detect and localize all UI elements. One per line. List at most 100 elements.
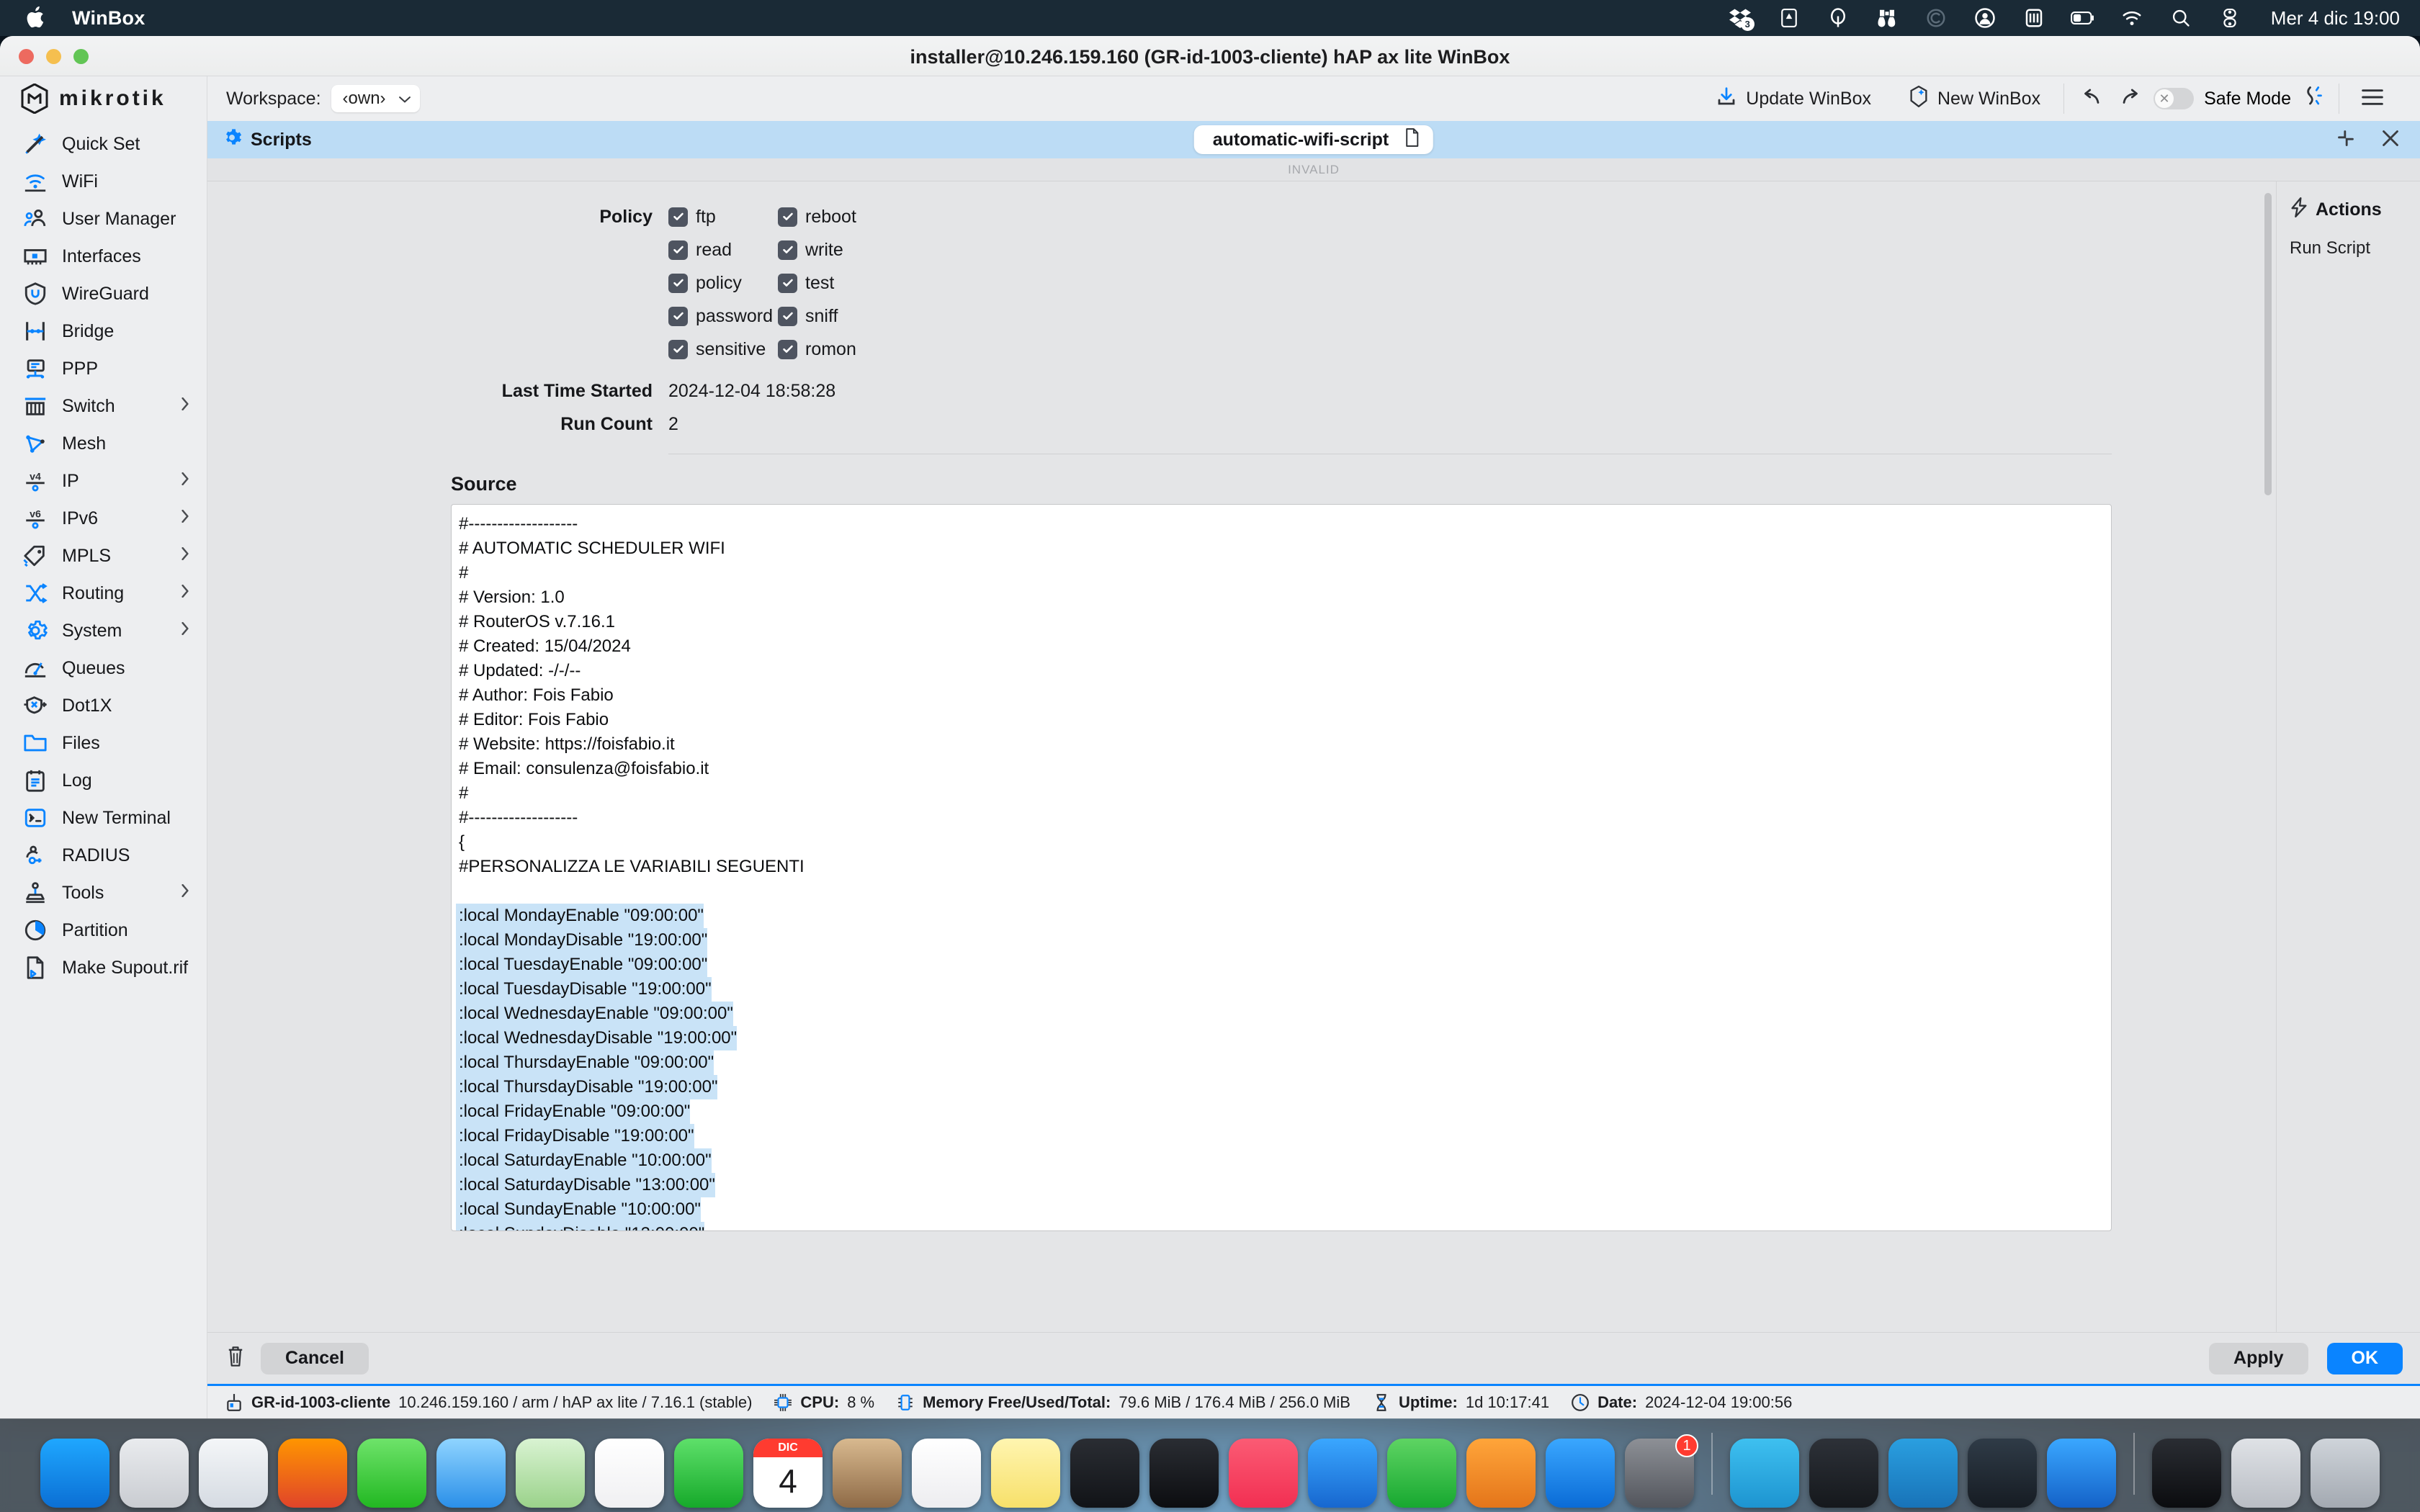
menu-hamburger-icon[interactable] (2344, 89, 2404, 109)
sidebar-item-tools[interactable]: Tools (0, 874, 207, 912)
sidebar-item-new-terminal[interactable]: New Terminal (0, 799, 207, 837)
sidebar-item-queues[interactable]: Queues (0, 649, 207, 687)
dock-item-notes[interactable] (991, 1439, 1060, 1508)
workspace-select[interactable]: ‹own› (331, 85, 420, 112)
policy-checkbox-test[interactable]: test (778, 273, 834, 294)
sidebar-item-log[interactable]: Log (0, 762, 207, 799)
sidebar-item-mpls[interactable]: MPLS (0, 537, 207, 575)
sidebar-item-wireguard[interactable]: WireGuard (0, 275, 207, 312)
policy-checkbox-reboot[interactable]: reboot (778, 207, 856, 228)
dock-item-terminal[interactable] (2152, 1439, 2221, 1508)
sidebar-item-switch[interactable]: Switch (0, 387, 207, 425)
apple-logo-icon[interactable] (26, 5, 48, 30)
dock-item-calendar[interactable]: DIC 4 (753, 1439, 823, 1508)
copy-icon[interactable] (1404, 127, 1420, 153)
user-account-icon[interactable] (1973, 6, 1997, 30)
sidebar-item-make-supout-rif[interactable]: Make Supout.rif (0, 949, 207, 986)
dock-item-mikrotik-winbox[interactable] (1968, 1439, 2037, 1508)
dropbox-icon[interactable]: 3 (1728, 6, 1754, 31)
run-script-action[interactable]: Run Script (2290, 238, 2420, 258)
keyboard-icon[interactable] (2022, 6, 2046, 30)
dock-item-messages[interactable] (357, 1439, 426, 1508)
sidebar-item-mesh[interactable]: Mesh (0, 425, 207, 462)
sidebar-item-routing[interactable]: Routing (0, 575, 207, 612)
sidebar-item-dot1x[interactable]: Dot1X (0, 687, 207, 724)
source-code-line: :local MondayDisable "19:00:00" (456, 928, 708, 953)
script-name-chip[interactable]: automatic-wifi-script (1193, 125, 1434, 154)
dock-item-numbers[interactable] (1387, 1439, 1456, 1508)
policy-checkbox-sniff[interactable]: sniff (778, 306, 838, 327)
source-code-line: #PERSONALIZZA LE VARIABILI SEGUENTI (459, 857, 805, 876)
dock-item-ui-app[interactable] (2047, 1439, 2116, 1508)
dock-item-music[interactable] (1229, 1439, 1298, 1508)
source-code-editor[interactable]: #------------------- # AUTOMATIC SCHEDULE… (451, 504, 2112, 1231)
wifi-icon[interactable] (2120, 6, 2144, 30)
sidebar-item-quick-set[interactable]: Quick Set (0, 125, 207, 163)
sidebar-item-ppp[interactable]: PPP (0, 350, 207, 387)
dock-item-system-settings[interactable]: 1 (1625, 1434, 1698, 1508)
policy-checkbox-ftp[interactable]: ftp (668, 207, 778, 228)
dock-item-keynote[interactable] (1308, 1439, 1377, 1508)
vertical-scrollbar[interactable] (2264, 193, 2272, 495)
policy-checkbox-read[interactable]: read (668, 240, 778, 261)
dock-item-app-store[interactable] (1546, 1439, 1615, 1508)
spotlight-search-icon[interactable] (2169, 6, 2193, 30)
dock-item-nordvpn[interactable] (1809, 1439, 1878, 1508)
dialog-footer: Cancel Apply OK (207, 1332, 2420, 1384)
close-panel-icon[interactable] (2381, 129, 2400, 151)
policy-checkbox-policy[interactable]: policy (668, 273, 778, 294)
delete-icon[interactable] (226, 1346, 245, 1371)
dock-item-pages[interactable] (1466, 1439, 1536, 1508)
undo-icon[interactable] (2080, 89, 2102, 109)
update-winbox-button[interactable]: Update WinBox (1697, 86, 1890, 112)
policy-checkbox-romon[interactable]: romon (778, 339, 856, 360)
dock-item-safari[interactable] (199, 1439, 268, 1508)
new-winbox-button[interactable]: New WinBox (1890, 85, 2059, 112)
policy-checkbox-sensitive[interactable]: sensitive (668, 339, 778, 360)
sidebar-item-label: System (62, 620, 122, 641)
apply-button[interactable]: Apply (2209, 1342, 2308, 1374)
ok-button[interactable]: OK (2326, 1342, 2403, 1374)
dock-item-mail[interactable] (436, 1439, 506, 1508)
dock-item-facetime[interactable] (674, 1439, 743, 1508)
sidebar-item-system[interactable]: System (0, 612, 207, 649)
policy-checkbox-password[interactable]: password (668, 306, 778, 327)
cpu-value: 8 % (847, 1392, 875, 1411)
dock-item-vscode[interactable] (1888, 1439, 1958, 1508)
sidebar-item-bridge[interactable]: Bridge (0, 312, 207, 350)
dock-item-maps[interactable] (516, 1439, 585, 1508)
dock-item-reminders[interactable] (912, 1439, 981, 1508)
dock-item-apple-tv[interactable] (1150, 1439, 1219, 1508)
dock-item-screenshot[interactable] (2231, 1439, 2300, 1508)
binoculars-icon[interactable] (1875, 6, 1899, 30)
sidebar-item-partition[interactable]: Partition (0, 912, 207, 949)
copilot-icon[interactable] (1924, 6, 1948, 30)
cancel-button[interactable]: Cancel (261, 1342, 369, 1374)
session-icon[interactable] (2301, 86, 2323, 112)
sidebar-item-user-manager[interactable]: User Manager (0, 200, 207, 238)
sidebar-item-interfaces[interactable]: Interfaces (0, 238, 207, 275)
safe-mode-toggle[interactable]: ✕ Safe Mode (2142, 86, 2334, 112)
redo-icon[interactable] (2120, 89, 2142, 109)
dock-item-finder[interactable] (40, 1439, 109, 1508)
dock-item-photos[interactable] (595, 1439, 664, 1508)
sidebar-item-wifi[interactable]: WiFi (0, 163, 207, 200)
dock-item-firefox[interactable] (278, 1439, 347, 1508)
sidebar-item-files[interactable]: Files (0, 724, 207, 762)
policy-checkbox-write[interactable]: write (778, 240, 843, 261)
dock-item-stocks[interactable] (1070, 1439, 1139, 1508)
sidebar-item-radius[interactable]: RADIUS (0, 837, 207, 874)
safe-mode-switch[interactable]: ✕ (2154, 88, 2195, 109)
vpn-icon[interactable] (1826, 6, 1850, 30)
collapse-panel-icon[interactable] (2336, 129, 2355, 151)
battery-icon[interactable] (2070, 6, 2095, 30)
sidebar-item-ipv6[interactable]: v6 IPv6 (0, 500, 207, 537)
dock-item-contacts[interactable] (833, 1439, 902, 1508)
chevron-right-icon (181, 546, 189, 564)
drive-icon[interactable] (1777, 6, 1801, 30)
dock-item-trash[interactable] (2311, 1439, 2380, 1508)
sidebar-item-ip[interactable]: v4 IP (0, 462, 207, 500)
dock-item-telegram[interactable] (1730, 1439, 1799, 1508)
dock-item-launchpad[interactable] (120, 1439, 189, 1508)
control-center-icon[interactable] (2218, 6, 2242, 30)
